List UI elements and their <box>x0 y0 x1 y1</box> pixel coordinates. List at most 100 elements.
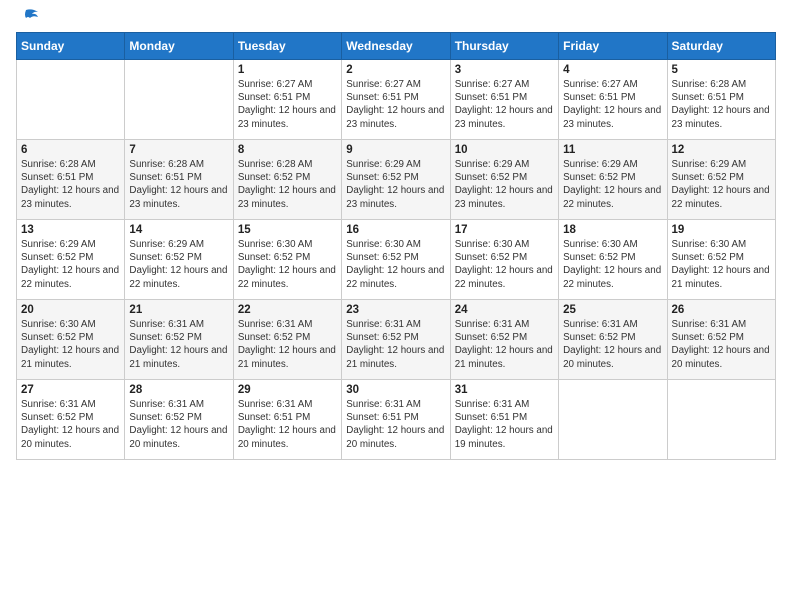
calendar-cell: 14Sunrise: 6:29 AMSunset: 6:52 PMDayligh… <box>125 220 233 300</box>
day-info: Sunrise: 6:29 AMSunset: 6:52 PMDaylight:… <box>129 238 228 291</box>
day-number: 12 <box>672 144 771 156</box>
day-number: 10 <box>455 144 554 156</box>
calendar-cell: 25 Sunrise: 6:31 AMSunset: 6:52 PMDayligh… <box>559 300 667 380</box>
day-number: 31 <box>455 384 554 396</box>
calendar-cell: 12 Sunrise: 6:29 AMSunset: 6:52 PMDayligh… <box>667 140 775 220</box>
day-number: 29 <box>238 384 337 396</box>
calendar-cell: 4 Sunrise: 6:27 AMSunset: 6:51 PMDaylight… <box>559 60 667 140</box>
day-info: Sunrise: 6:30 AMSunset: 6:52 PMDaylight:… <box>346 238 445 291</box>
weekday-header-friday: Friday <box>559 33 667 60</box>
day-info: Sunrise: 6:31 AMSunset: 6:52 PMDaylight:… <box>346 318 445 371</box>
calendar-cell: 31 Sunrise: 6:31 AMSunset: 6:51 PMDayligh… <box>450 380 558 460</box>
calendar-cell: 9Sunrise: 6:29 AMSunset: 6:52 PMDaylight… <box>342 140 450 220</box>
calendar-cell: 2 Sunrise: 6:27 AMSunset: 6:51 PMDaylight… <box>342 60 450 140</box>
weekday-header-sunday: Sunday <box>17 33 125 60</box>
calendar-cell: 26Sunrise: 6:31 AMSunset: 6:52 PMDayligh… <box>667 300 775 380</box>
calendar-cell <box>17 60 125 140</box>
day-info: Sunrise: 6:28 AMSunset: 6:51 PMDaylight:… <box>21 158 120 211</box>
day-info: Sunrise: 6:29 AMSunset: 6:52 PMDaylight:… <box>455 158 554 211</box>
day-number: 6 <box>21 144 120 156</box>
day-number: 7 <box>129 144 228 156</box>
day-number: 15 <box>238 224 337 236</box>
header <box>16 10 776 24</box>
day-number: 4 <box>563 64 662 76</box>
day-info: Sunrise: 6:31 AMSunset: 6:52 PMDaylight:… <box>238 318 337 371</box>
day-info: Sunrise: 6:31 AMSunset: 6:51 PMDaylight:… <box>346 398 445 451</box>
day-number: 30 <box>346 384 445 396</box>
calendar-cell: 3 Sunrise: 6:27 AMSunset: 6:51 PMDaylight… <box>450 60 558 140</box>
day-info: Sunrise: 6:27 AMSunset: 6:51 PMDaylight:… <box>346 78 445 131</box>
day-info: Sunrise: 6:30 AMSunset: 6:52 PMDaylight:… <box>672 238 771 291</box>
weekday-header-saturday: Saturday <box>667 33 775 60</box>
day-info: Sunrise: 6:31 AMSunset: 6:51 PMDaylight:… <box>455 398 554 451</box>
day-number: 9 <box>346 144 445 156</box>
day-number: 28 <box>129 384 228 396</box>
day-info: Sunrise: 6:28 AMSunset: 6:51 PMDaylight:… <box>129 158 228 211</box>
page: SundayMondayTuesdayWednesdayThursdayFrid… <box>0 0 792 612</box>
calendar-cell: 24 Sunrise: 6:31 AMSunset: 6:52 PMDayligh… <box>450 300 558 380</box>
day-number: 21 <box>129 304 228 316</box>
day-info: Sunrise: 6:31 AMSunset: 6:52 PMDaylight:… <box>129 318 228 371</box>
weekday-header-monday: Monday <box>125 33 233 60</box>
day-number: 1 <box>238 64 337 76</box>
day-number: 25 <box>563 304 662 316</box>
calendar-cell: 8 Sunrise: 6:28 AMSunset: 6:52 PMDaylight… <box>233 140 341 220</box>
day-number: 16 <box>346 224 445 236</box>
day-info: Sunrise: 6:29 AMSunset: 6:52 PMDaylight:… <box>563 158 662 211</box>
weekday-header-tuesday: Tuesday <box>233 33 341 60</box>
calendar-cell: 23 Sunrise: 6:31 AMSunset: 6:52 PMDayligh… <box>342 300 450 380</box>
day-info: Sunrise: 6:31 AMSunset: 6:52 PMDaylight:… <box>672 318 771 371</box>
day-number: 20 <box>21 304 120 316</box>
calendar-cell: 19 Sunrise: 6:30 AMSunset: 6:52 PMDayligh… <box>667 220 775 300</box>
logo-bird-icon <box>18 8 40 26</box>
calendar-cell: 30 Sunrise: 6:31 AMSunset: 6:51 PMDayligh… <box>342 380 450 460</box>
day-info: Sunrise: 6:27 AMSunset: 6:51 PMDaylight:… <box>455 78 554 131</box>
day-info: Sunrise: 6:31 AMSunset: 6:52 PMDaylight:… <box>21 398 120 451</box>
day-number: 2 <box>346 64 445 76</box>
day-number: 13 <box>21 224 120 236</box>
calendar-week-row: 6 Sunrise: 6:28 AMSunset: 6:51 PMDaylight… <box>17 140 776 220</box>
day-info: Sunrise: 6:31 AMSunset: 6:52 PMDaylight:… <box>129 398 228 451</box>
day-number: 27 <box>21 384 120 396</box>
weekday-header-wednesday: Wednesday <box>342 33 450 60</box>
calendar-week-row: 20 Sunrise: 6:30 AMSunset: 6:52 PMDayligh… <box>17 300 776 380</box>
calendar-cell: 29 Sunrise: 6:31 AMSunset: 6:51 PMDayligh… <box>233 380 341 460</box>
day-info: Sunrise: 6:27 AMSunset: 6:51 PMDaylight:… <box>563 78 662 131</box>
calendar-cell: 16 Sunrise: 6:30 AMSunset: 6:52 PMDayligh… <box>342 220 450 300</box>
day-info: Sunrise: 6:31 AMSunset: 6:52 PMDaylight:… <box>455 318 554 371</box>
day-info: Sunrise: 6:30 AMSunset: 6:52 PMDaylight:… <box>21 318 120 371</box>
calendar-cell: 7 Sunrise: 6:28 AMSunset: 6:51 PMDaylight… <box>125 140 233 220</box>
calendar-cell: 27 Sunrise: 6:31 AMSunset: 6:52 PMDayligh… <box>17 380 125 460</box>
calendar-table: SundayMondayTuesdayWednesdayThursdayFrid… <box>16 32 776 460</box>
calendar-week-row: 1 Sunrise: 6:27 AMSunset: 6:51 PMDaylight… <box>17 60 776 140</box>
day-number: 17 <box>455 224 554 236</box>
day-info: Sunrise: 6:31 AMSunset: 6:52 PMDaylight:… <box>563 318 662 371</box>
day-info: Sunrise: 6:28 AMSunset: 6:52 PMDaylight:… <box>238 158 337 211</box>
day-number: 19 <box>672 224 771 236</box>
day-number: 22 <box>238 304 337 316</box>
calendar-cell <box>559 380 667 460</box>
day-number: 3 <box>455 64 554 76</box>
calendar-cell: 13Sunrise: 6:29 AMSunset: 6:52 PMDayligh… <box>17 220 125 300</box>
weekday-header-row: SundayMondayTuesdayWednesdayThursdayFrid… <box>17 33 776 60</box>
day-info: Sunrise: 6:31 AMSunset: 6:51 PMDaylight:… <box>238 398 337 451</box>
calendar-cell: 21 Sunrise: 6:31 AMSunset: 6:52 PMDayligh… <box>125 300 233 380</box>
calendar-cell: 22 Sunrise: 6:31 AMSunset: 6:52 PMDayligh… <box>233 300 341 380</box>
calendar-cell: 15 Sunrise: 6:30 AMSunset: 6:52 PMDayligh… <box>233 220 341 300</box>
day-info: Sunrise: 6:30 AMSunset: 6:52 PMDaylight:… <box>238 238 337 291</box>
day-number: 8 <box>238 144 337 156</box>
calendar-cell: 18 Sunrise: 6:30 AMSunset: 6:52 PMDayligh… <box>559 220 667 300</box>
day-info: Sunrise: 6:29 AMSunset: 6:52 PMDaylight:… <box>672 158 771 211</box>
calendar-cell: 20 Sunrise: 6:30 AMSunset: 6:52 PMDayligh… <box>17 300 125 380</box>
calendar-week-row: 13 Sunrise: 6:29 AMSunset: 6:52 PMDayligh… <box>17 220 776 300</box>
logo <box>16 10 40 24</box>
calendar-cell <box>667 380 775 460</box>
day-number: 18 <box>563 224 662 236</box>
calendar-week-row: 27 Sunrise: 6:31 AMSunset: 6:52 PMDayligh… <box>17 380 776 460</box>
calendar-cell: 1 Sunrise: 6:27 AMSunset: 6:51 PMDaylight… <box>233 60 341 140</box>
day-number: 23 <box>346 304 445 316</box>
day-info: Sunrise: 6:30 AMSunset: 6:52 PMDaylight:… <box>563 238 662 291</box>
day-info: Sunrise: 6:27 AMSunset: 6:51 PMDaylight:… <box>238 78 337 131</box>
day-number: 24 <box>455 304 554 316</box>
calendar-cell: 5Sunrise: 6:28 AMSunset: 6:51 PMDaylight… <box>667 60 775 140</box>
